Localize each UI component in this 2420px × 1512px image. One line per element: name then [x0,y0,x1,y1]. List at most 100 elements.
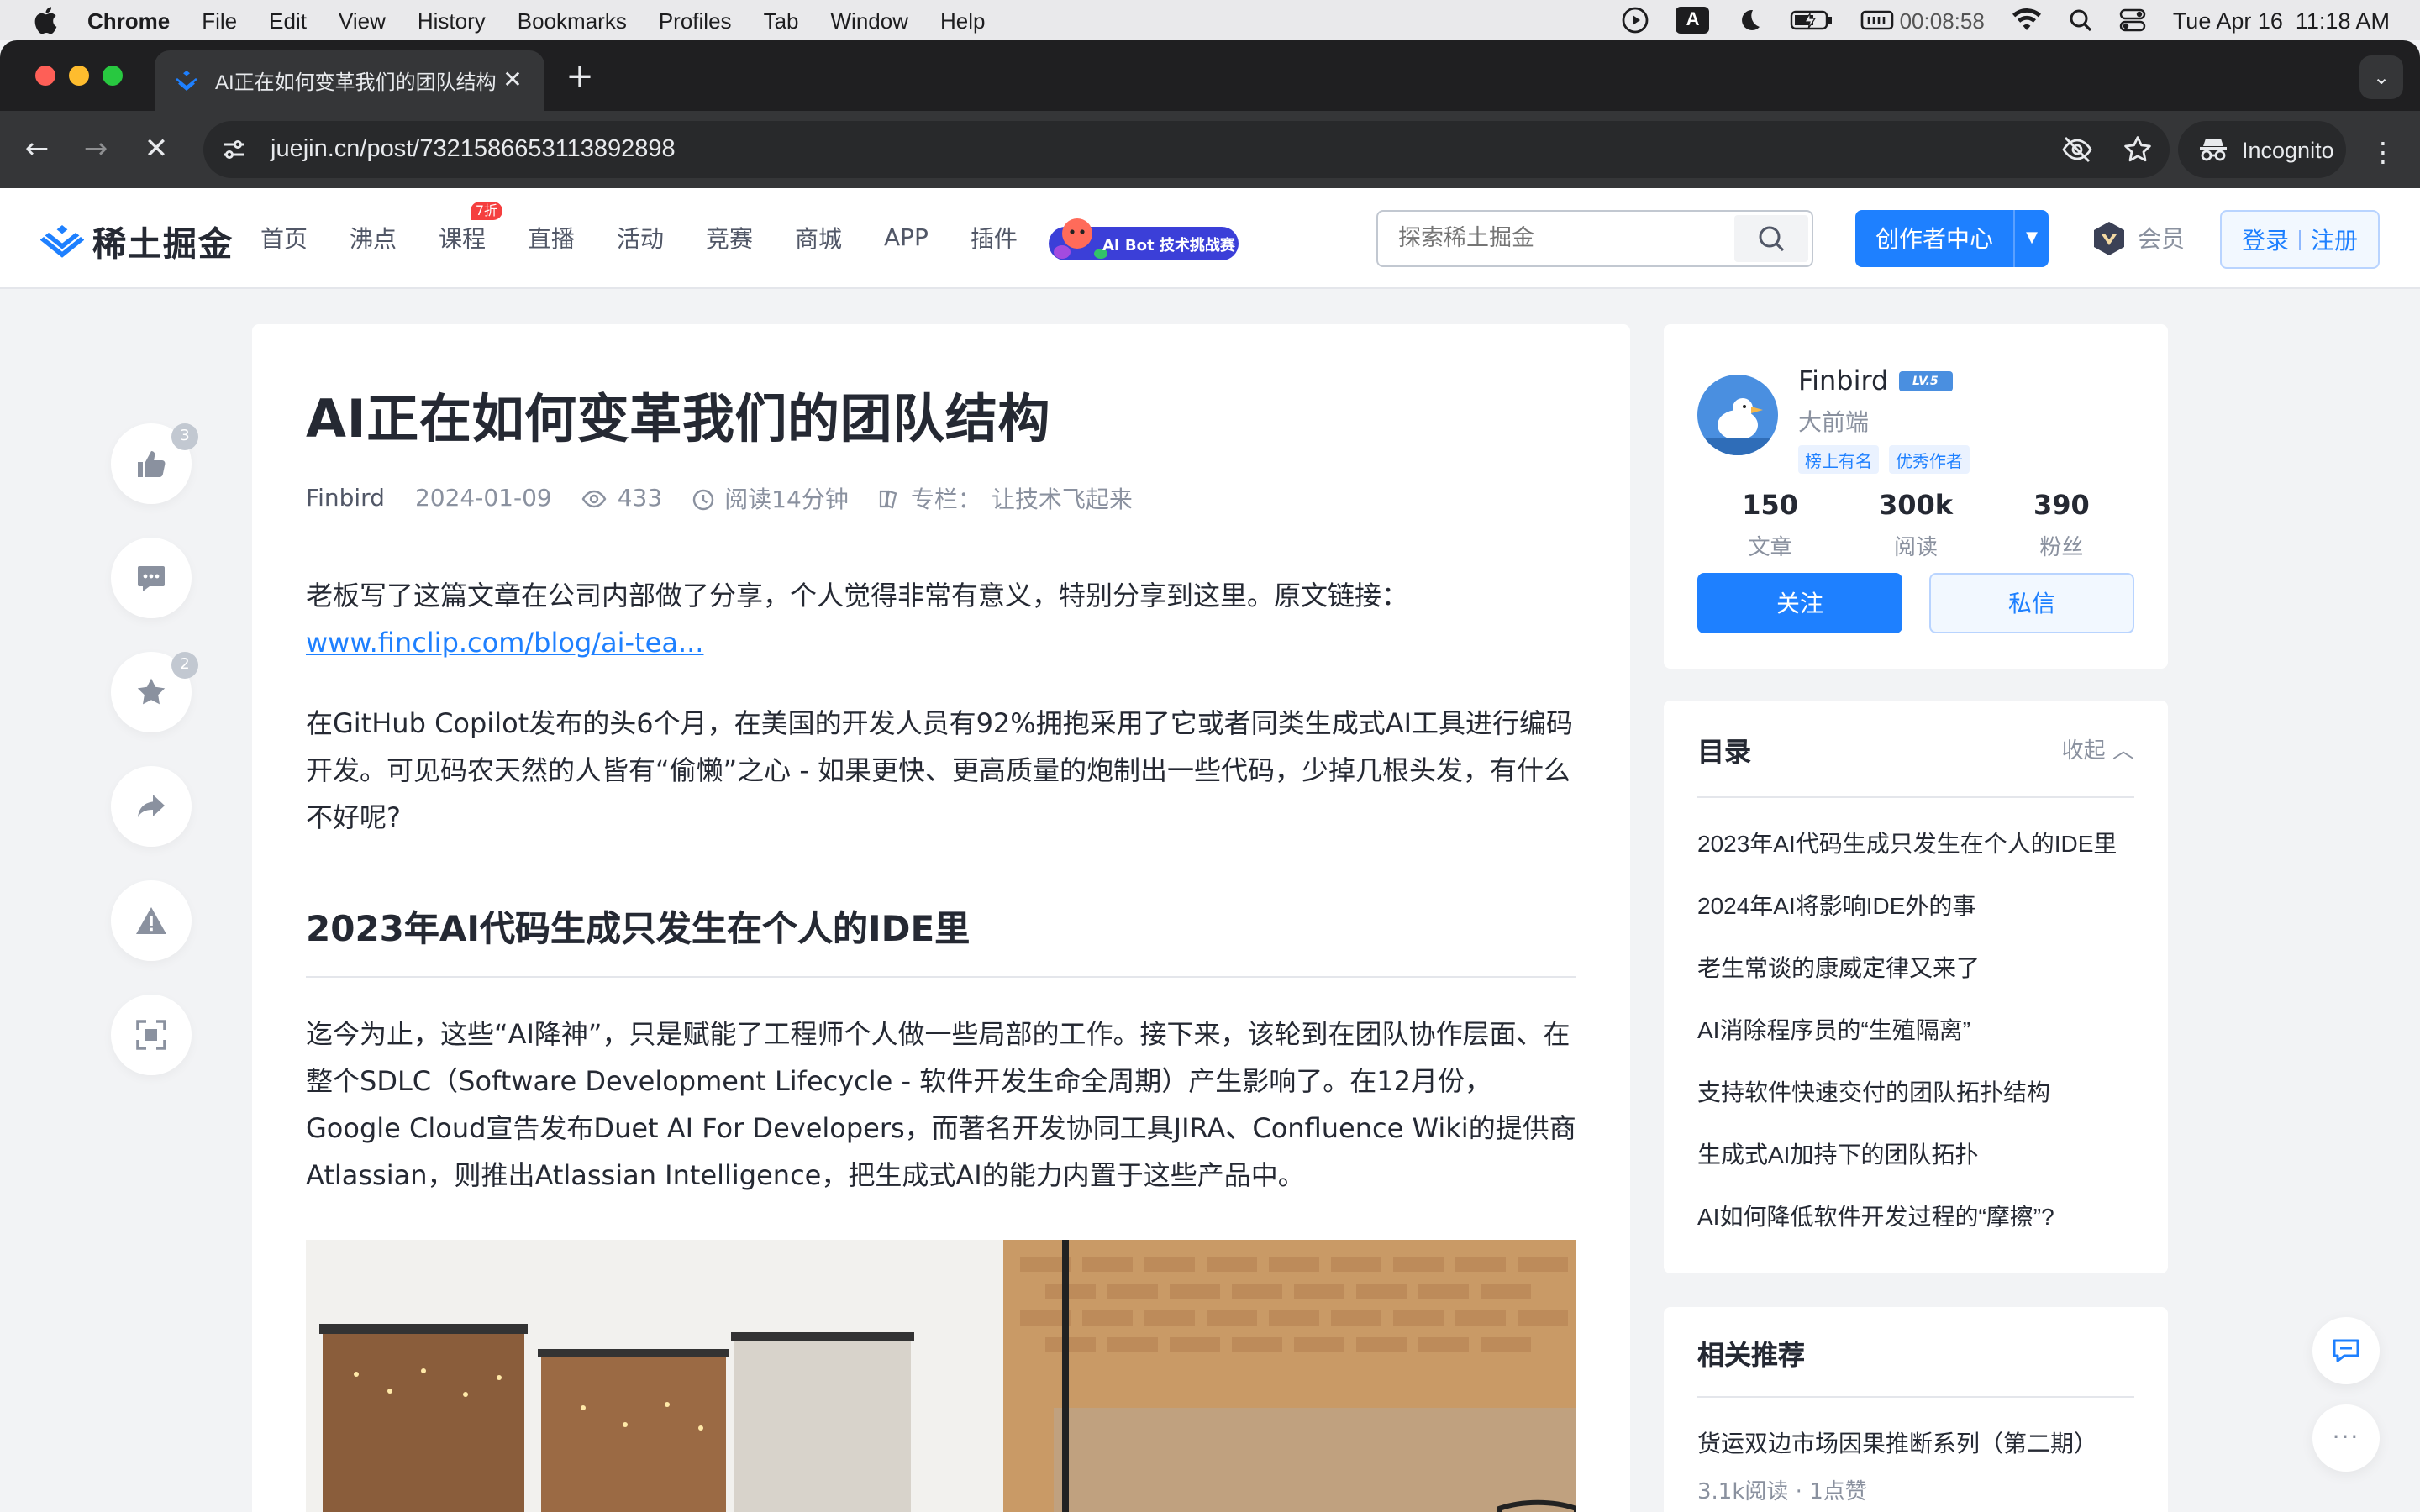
search-button[interactable] [1734,215,1808,262]
nav-contests[interactable]: 竞赛 [706,222,753,255]
comment-button[interactable] [111,538,192,618]
view-count: 433 [582,486,662,512]
control-center-icon[interactable] [2119,8,2146,32]
nav-plugins[interactable]: 插件 [971,222,1018,255]
minimize-window-button[interactable] [69,66,89,86]
spotlight-search-icon[interactable] [2069,8,2092,32]
menu-tab[interactable]: Tab [764,8,799,33]
nav-live[interactable]: 直播 [528,222,575,255]
feedback-button[interactable] [2312,1317,2380,1384]
like-count-badge: 3 [171,423,198,450]
menu-profiles[interactable]: Profiles [659,8,732,33]
active-tab[interactable]: AI正在如何变革我们的团队结构 ✕ [155,50,544,111]
menubar-status-area: A 00:08:58 Tue Apr 16 11:18 AM [1623,0,2390,40]
zoom-window-button[interactable] [103,66,123,86]
column-link[interactable]: 专栏： 让技术飞起来 [879,482,1133,516]
menu-window[interactable]: Window [831,8,909,33]
toc-item[interactable]: 2023年AI代码生成只发生在个人的IDE里 [1697,827,2134,860]
toc-item[interactable]: 老生常谈的康威定律又来了 [1697,951,2134,984]
like-button[interactable]: 3 [111,423,198,504]
follow-button[interactable]: 关注 [1697,573,1902,633]
nav-events[interactable]: 活动 [617,222,664,255]
nav-shop[interactable]: 商城 [795,222,842,255]
share-arrow-icon [138,795,165,817]
author-avatar-image [1697,375,1778,455]
clock-icon [692,488,714,510]
nav-home[interactable]: 首页 [260,222,308,255]
feedback-chat-icon [2333,1339,2360,1362]
menu-edit[interactable]: Edit [269,8,307,33]
register-label[interactable]: 注册 [2311,223,2358,256]
toc-item[interactable]: 支持软件快速交付的团队拓扑结构 [1697,1075,2134,1109]
battery-icon[interactable] [1791,8,1834,32]
menu-bookmarks[interactable]: Bookmarks [518,8,627,33]
author-name[interactable]: Finbird LV.5 [1798,365,1953,396]
nav-courses[interactable]: 课程 7折 [439,202,502,255]
author-tag-ranked[interactable]: 榜上有名 [1798,445,1879,474]
menu-view[interactable]: View [339,8,386,33]
stat-articles[interactable]: 150 文章 [1697,489,1843,561]
vip-link[interactable]: 会员 [2091,220,2185,257]
search-input[interactable] [1378,212,1738,265]
tab-search-chevron-icon[interactable]: ⌄ [2360,55,2403,99]
ai-bot-challenge-banner[interactable]: AI Bot 技术挑战赛 [1049,215,1239,262]
menubar-datetime[interactable]: Tue Apr 16 11:18 AM [2173,8,2390,33]
close-window-button[interactable] [35,66,55,86]
report-button[interactable] [111,880,192,961]
back-arrow-icon[interactable]: ← [20,133,54,166]
more-options-button[interactable]: ··· [2312,1404,2380,1472]
forward-arrow-icon[interactable]: → [79,133,113,166]
share-button[interactable] [111,766,192,847]
message-button[interactable]: 私信 [1929,573,2134,633]
eye-slash-icon[interactable] [2062,134,2092,165]
author-avatar[interactable] [1697,375,1778,455]
column-name[interactable]: 让技术飞起来 [992,482,1133,516]
stat-reads[interactable]: 300k 阅读 [1843,489,1988,561]
source-link[interactable]: www.finclip.com/blog/ai-tea... [306,627,703,659]
fullscreen-button[interactable] [111,995,192,1075]
incognito-indicator[interactable]: Incognito [2178,121,2346,178]
creator-dropdown-caret-icon[interactable]: ▼ [2013,210,2049,267]
search-icon [1759,226,1785,252]
nav-app[interactable]: APP [884,225,929,252]
close-tab-icon[interactable]: ✕ [501,69,524,92]
creator-center-button[interactable]: 创作者中心 ▼ [1855,210,2049,267]
juejin-logo[interactable]: 稀土掘金 [40,217,234,265]
related-article-link[interactable]: 货运双边市场因果推断系列（第二期） [1697,1426,2134,1460]
apple-icon[interactable] [34,7,57,34]
login-label[interactable]: 登录 [2242,223,2289,256]
office-photo-image [306,1240,1576,1512]
ai-bot-label: AI Bot 技术挑战赛 [1102,239,1235,255]
browser-menu-kebab-icon[interactable]: ⋮ [2370,136,2396,168]
article-image [306,1240,1576,1512]
stop-loading-icon[interactable]: ✕ [139,133,173,166]
bookmark-star-icon[interactable] [2123,134,2153,165]
address-bar[interactable]: juejin.cn/post/7321586653113892898 [203,121,2170,178]
nav-pins[interactable]: 沸点 [350,222,397,255]
site-info-icon[interactable] [220,136,247,163]
menu-file[interactable]: File [202,8,237,33]
timer-widget[interactable]: 00:08:58 [1861,8,1985,33]
eye-icon [582,490,608,508]
new-tab-icon[interactable]: + [563,59,597,92]
toc-item[interactable]: 2024年AI将影响IDE外的事 [1697,889,2134,922]
author-tag-excellent[interactable]: 优秀作者 [1889,445,1970,474]
logo-text: 稀土掘金 [92,223,234,264]
wifi-icon[interactable] [2012,8,2042,32]
collect-button[interactable]: 2 [111,652,198,732]
input-source-icon[interactable]: A [1676,7,1710,34]
menu-help[interactable]: Help [940,8,986,33]
article-author-link[interactable]: Finbird [306,486,385,512]
stat-followers[interactable]: 390 粉丝 [1989,489,2134,561]
toc-item[interactable]: AI如何降低软件开发过程的“摩擦”? [1697,1200,2134,1233]
login-divider [2299,229,2301,249]
play-circle-icon[interactable] [1623,7,1649,34]
login-register-button[interactable]: 登录 注册 [2220,210,2380,269]
toc-item[interactable]: AI消除程序员的“生殖隔离” [1697,1013,2134,1047]
toc-collapse-toggle[interactable]: 收起 ︿ [2062,732,2134,764]
menu-app-name[interactable]: Chrome [87,8,170,33]
toc-item[interactable]: 生成式AI加持下的团队拓扑 [1697,1137,2134,1171]
menu-history[interactable]: History [418,8,486,33]
stat-label: 文章 [1748,536,1792,561]
dark-mode-icon[interactable] [1737,7,1764,34]
